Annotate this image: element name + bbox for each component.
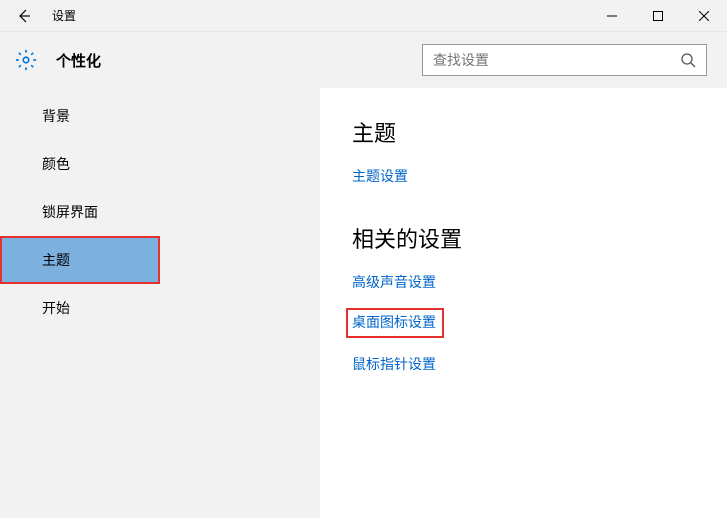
sidebar-item-themes[interactable]: 主题: [0, 236, 160, 284]
sidebar-item-label: 开始: [42, 298, 70, 318]
minimize-button[interactable]: [589, 0, 635, 32]
gear-icon: [14, 48, 38, 72]
sidebar-item-start[interactable]: 开始: [0, 284, 320, 332]
link-desktop-icons[interactable]: 桌面图标设置: [348, 310, 442, 336]
search-input[interactable]: [433, 52, 680, 68]
search-icon: [680, 52, 696, 68]
sidebar-item-label: 主题: [42, 250, 70, 270]
arrow-left-icon: [16, 8, 32, 24]
sidebar-item-lockscreen[interactable]: 锁屏界面: [0, 188, 320, 236]
window-title: 设置: [48, 7, 589, 24]
sidebar-item-colors[interactable]: 颜色: [0, 140, 320, 188]
sidebar-item-label: 锁屏界面: [42, 202, 98, 222]
sidebar-item-label: 背景: [42, 106, 70, 126]
maximize-button[interactable]: [635, 0, 681, 32]
link-advanced-sound[interactable]: 高级声音设置: [352, 272, 436, 292]
page-title: 个性化: [56, 50, 422, 71]
window-controls: [589, 0, 727, 32]
section-title-themes: 主题: [352, 116, 727, 148]
minimize-icon: [607, 11, 617, 21]
sidebar-item-label: 颜色: [42, 154, 70, 174]
back-button[interactable]: [0, 0, 48, 32]
close-button[interactable]: [681, 0, 727, 32]
search-box[interactable]: [422, 44, 707, 76]
link-theme-settings[interactable]: 主题设置: [352, 166, 408, 186]
main: 背景 颜色 锁屏界面 主题 开始 主题 主题设置 相关的设置 高级声音设置 桌面…: [0, 88, 727, 518]
close-icon: [699, 11, 709, 21]
content: 主题 主题设置 相关的设置 高级声音设置 桌面图标设置 鼠标指针设置: [320, 88, 727, 518]
sidebar-item-background[interactable]: 背景: [0, 92, 320, 140]
sidebar: 背景 颜色 锁屏界面 主题 开始: [0, 88, 320, 518]
section-title-related: 相关的设置: [352, 222, 727, 254]
link-mouse-pointer[interactable]: 鼠标指针设置: [352, 354, 436, 374]
header: 个性化: [0, 32, 727, 88]
maximize-icon: [653, 11, 663, 21]
titlebar: 设置: [0, 0, 727, 32]
